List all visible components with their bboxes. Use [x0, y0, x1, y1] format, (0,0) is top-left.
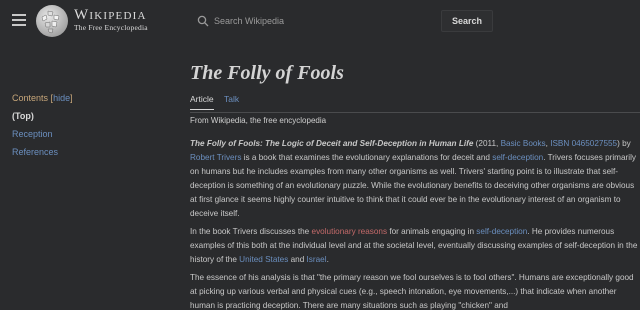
- text-run: . Trivers focuses primarily on humans bu…: [190, 153, 637, 218]
- text-run: In the book Trivers discusses the: [190, 227, 312, 236]
- article-tabs: Article Talk: [190, 93, 640, 113]
- toc-title: Contents: [12, 93, 49, 103]
- paragraph-discussion: In the book Trivers discusses the evolut…: [190, 225, 638, 267]
- wordmark-tagline: The Free Encyclopedia: [74, 23, 148, 32]
- search-button[interactable]: Search: [441, 10, 493, 32]
- from-wikipedia-line: From Wikipedia, the free encyclopedia: [190, 116, 327, 125]
- wordmark-name: Wikipedia: [74, 7, 147, 23]
- toc-hide-bracket-close: ]: [70, 93, 73, 103]
- toc-item-reception[interactable]: Reception: [12, 128, 172, 140]
- text-run: (2011,: [473, 139, 501, 148]
- toc-item-top[interactable]: (Top): [12, 110, 172, 122]
- book-title-bold: The Folly of Fools: The Logic of Deceit …: [190, 139, 474, 148]
- table-of-contents: Contents [hide] (Top) Reception Referenc…: [12, 92, 172, 158]
- text-run: is a book that examines the evolutionary…: [241, 153, 493, 162]
- toc-hide-link[interactable]: hide: [53, 93, 70, 103]
- page-title: The Folly of Fools: [190, 62, 344, 84]
- wikipedia-wordmark[interactable]: Wikipedia The Free Encyclopedia: [74, 8, 148, 33]
- link-israel[interactable]: Israel: [307, 255, 327, 264]
- paragraph-essence: The essence of his analysis is that "the…: [190, 273, 634, 310]
- text-run: and: [288, 255, 307, 264]
- link-self-deception[interactable]: self-deception: [492, 153, 543, 162]
- menu-icon[interactable]: [12, 14, 26, 26]
- search-input[interactable]: [214, 13, 428, 29]
- link-evolutionary-reasons[interactable]: evolutionary reasons: [312, 227, 388, 236]
- toc-item-references[interactable]: References: [12, 146, 172, 158]
- tab-talk[interactable]: Talk: [224, 93, 239, 105]
- text-run: for animals engaging in: [387, 227, 477, 236]
- link-united-states[interactable]: United States: [239, 255, 288, 264]
- wikipedia-globe-logo[interactable]: [36, 5, 68, 37]
- tab-article[interactable]: Article: [190, 93, 214, 110]
- site-header: Wikipedia The Free Encyclopedia Search: [0, 0, 640, 44]
- link-isbn[interactable]: ISBN 0465027555: [550, 139, 617, 148]
- link-robert-trivers[interactable]: Robert Trivers: [190, 153, 241, 162]
- link-self-deception-2[interactable]: self-deception: [476, 227, 527, 236]
- paragraph-intro: The Folly of Fools: The Logic of Deceit …: [190, 137, 638, 221]
- link-basic-books[interactable]: Basic Books: [501, 139, 546, 148]
- search-icon: [197, 15, 209, 27]
- text-run: .: [326, 255, 329, 264]
- article-main: The Folly of Fools Article Talk From Wik…: [190, 60, 640, 310]
- text-run: ) by: [617, 139, 631, 148]
- toc-header: Contents [hide]: [12, 92, 172, 104]
